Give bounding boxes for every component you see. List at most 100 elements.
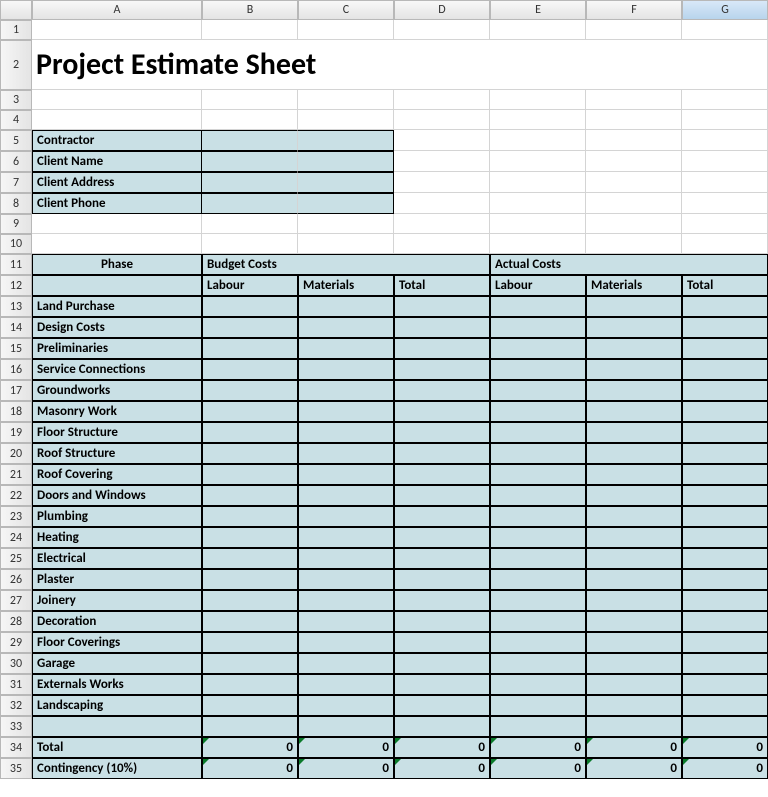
cell[interactable] (682, 110, 768, 130)
data-cell[interactable] (298, 695, 394, 716)
cell[interactable] (202, 110, 298, 130)
blank-cell[interactable] (202, 716, 298, 737)
data-cell[interactable] (298, 485, 394, 506)
row-header-3[interactable]: 3 (0, 90, 32, 110)
data-cell[interactable] (298, 632, 394, 653)
data-cell[interactable] (298, 338, 394, 359)
cell[interactable] (394, 110, 490, 130)
cell[interactable] (586, 172, 682, 193)
data-cell[interactable] (298, 674, 394, 695)
row-header-12[interactable]: 12 (0, 275, 32, 296)
data-cell[interactable] (394, 632, 490, 653)
row-header-25[interactable]: 25 (0, 548, 32, 569)
row-header-6[interactable]: 6 (0, 151, 32, 172)
data-cell[interactable] (298, 527, 394, 548)
data-cell[interactable] (490, 422, 586, 443)
data-cell[interactable] (586, 506, 682, 527)
row-header-2[interactable]: 2 (0, 40, 32, 90)
row-header-14[interactable]: 14 (0, 317, 32, 338)
data-cell[interactable] (490, 317, 586, 338)
row-header-5[interactable]: 5 (0, 130, 32, 151)
data-cell[interactable] (682, 296, 768, 317)
data-cell[interactable] (394, 611, 490, 632)
row-header-13[interactable]: 13 (0, 296, 32, 317)
col-header-F[interactable]: F (586, 0, 682, 20)
total-value[interactable]: 0 (586, 737, 682, 758)
data-cell[interactable] (586, 380, 682, 401)
cell[interactable] (586, 20, 682, 40)
data-cell[interactable] (202, 338, 298, 359)
row-header-31[interactable]: 31 (0, 674, 32, 695)
data-cell[interactable] (682, 653, 768, 674)
cell[interactable] (586, 234, 682, 254)
cell[interactable] (490, 214, 586, 234)
blank-cell[interactable] (490, 716, 586, 737)
data-cell[interactable] (394, 317, 490, 338)
data-cell[interactable] (202, 485, 298, 506)
row-header-21[interactable]: 21 (0, 464, 32, 485)
row-header-28[interactable]: 28 (0, 611, 32, 632)
cell[interactable] (586, 151, 682, 172)
data-cell[interactable] (682, 401, 768, 422)
cell[interactable] (298, 214, 394, 234)
blank-cell[interactable] (586, 716, 682, 737)
cell[interactable] (490, 151, 586, 172)
cell[interactable] (394, 151, 490, 172)
data-cell[interactable] (586, 317, 682, 338)
data-cell[interactable] (682, 485, 768, 506)
contingency-value[interactable]: 0 (586, 758, 682, 779)
row-header-34[interactable]: 34 (0, 737, 32, 758)
data-cell[interactable] (298, 359, 394, 380)
total-value[interactable]: 0 (490, 737, 586, 758)
data-cell[interactable] (682, 569, 768, 590)
data-cell[interactable] (202, 464, 298, 485)
data-cell[interactable] (202, 506, 298, 527)
data-cell[interactable] (394, 443, 490, 464)
data-cell[interactable] (202, 422, 298, 443)
data-cell[interactable] (298, 590, 394, 611)
data-cell[interactable] (394, 464, 490, 485)
cell[interactable] (490, 172, 586, 193)
cell[interactable] (682, 214, 768, 234)
data-cell[interactable] (202, 569, 298, 590)
row-header-16[interactable]: 16 (0, 359, 32, 380)
blank-cell[interactable] (394, 716, 490, 737)
cell[interactable] (586, 90, 682, 110)
cell[interactable] (490, 234, 586, 254)
blank-cell[interactable] (682, 716, 768, 737)
cell[interactable] (202, 234, 298, 254)
cell[interactable] (586, 214, 682, 234)
cell[interactable] (490, 90, 586, 110)
col-header-E[interactable]: E (490, 0, 586, 20)
cell[interactable] (298, 110, 394, 130)
info-input[interactable] (202, 172, 298, 193)
row-header-8[interactable]: 8 (0, 193, 32, 214)
data-cell[interactable] (298, 422, 394, 443)
cell[interactable] (682, 172, 768, 193)
data-cell[interactable] (490, 527, 586, 548)
info-input[interactable] (202, 130, 298, 151)
data-cell[interactable] (682, 422, 768, 443)
row-header-29[interactable]: 29 (0, 632, 32, 653)
data-cell[interactable] (682, 611, 768, 632)
row-header-22[interactable]: 22 (0, 485, 32, 506)
data-cell[interactable] (490, 464, 586, 485)
data-cell[interactable] (586, 653, 682, 674)
data-cell[interactable] (586, 338, 682, 359)
data-cell[interactable] (298, 569, 394, 590)
data-cell[interactable] (298, 443, 394, 464)
cell[interactable] (298, 90, 394, 110)
data-cell[interactable] (394, 548, 490, 569)
data-cell[interactable] (490, 359, 586, 380)
row-header-32[interactable]: 32 (0, 695, 32, 716)
cell[interactable] (298, 234, 394, 254)
cell[interactable] (586, 193, 682, 214)
data-cell[interactable] (682, 464, 768, 485)
data-cell[interactable] (490, 695, 586, 716)
total-value[interactable]: 0 (394, 737, 490, 758)
contingency-value[interactable]: 0 (682, 758, 768, 779)
info-input[interactable] (298, 193, 394, 214)
data-cell[interactable] (682, 506, 768, 527)
data-cell[interactable] (394, 422, 490, 443)
cell[interactable] (32, 234, 202, 254)
